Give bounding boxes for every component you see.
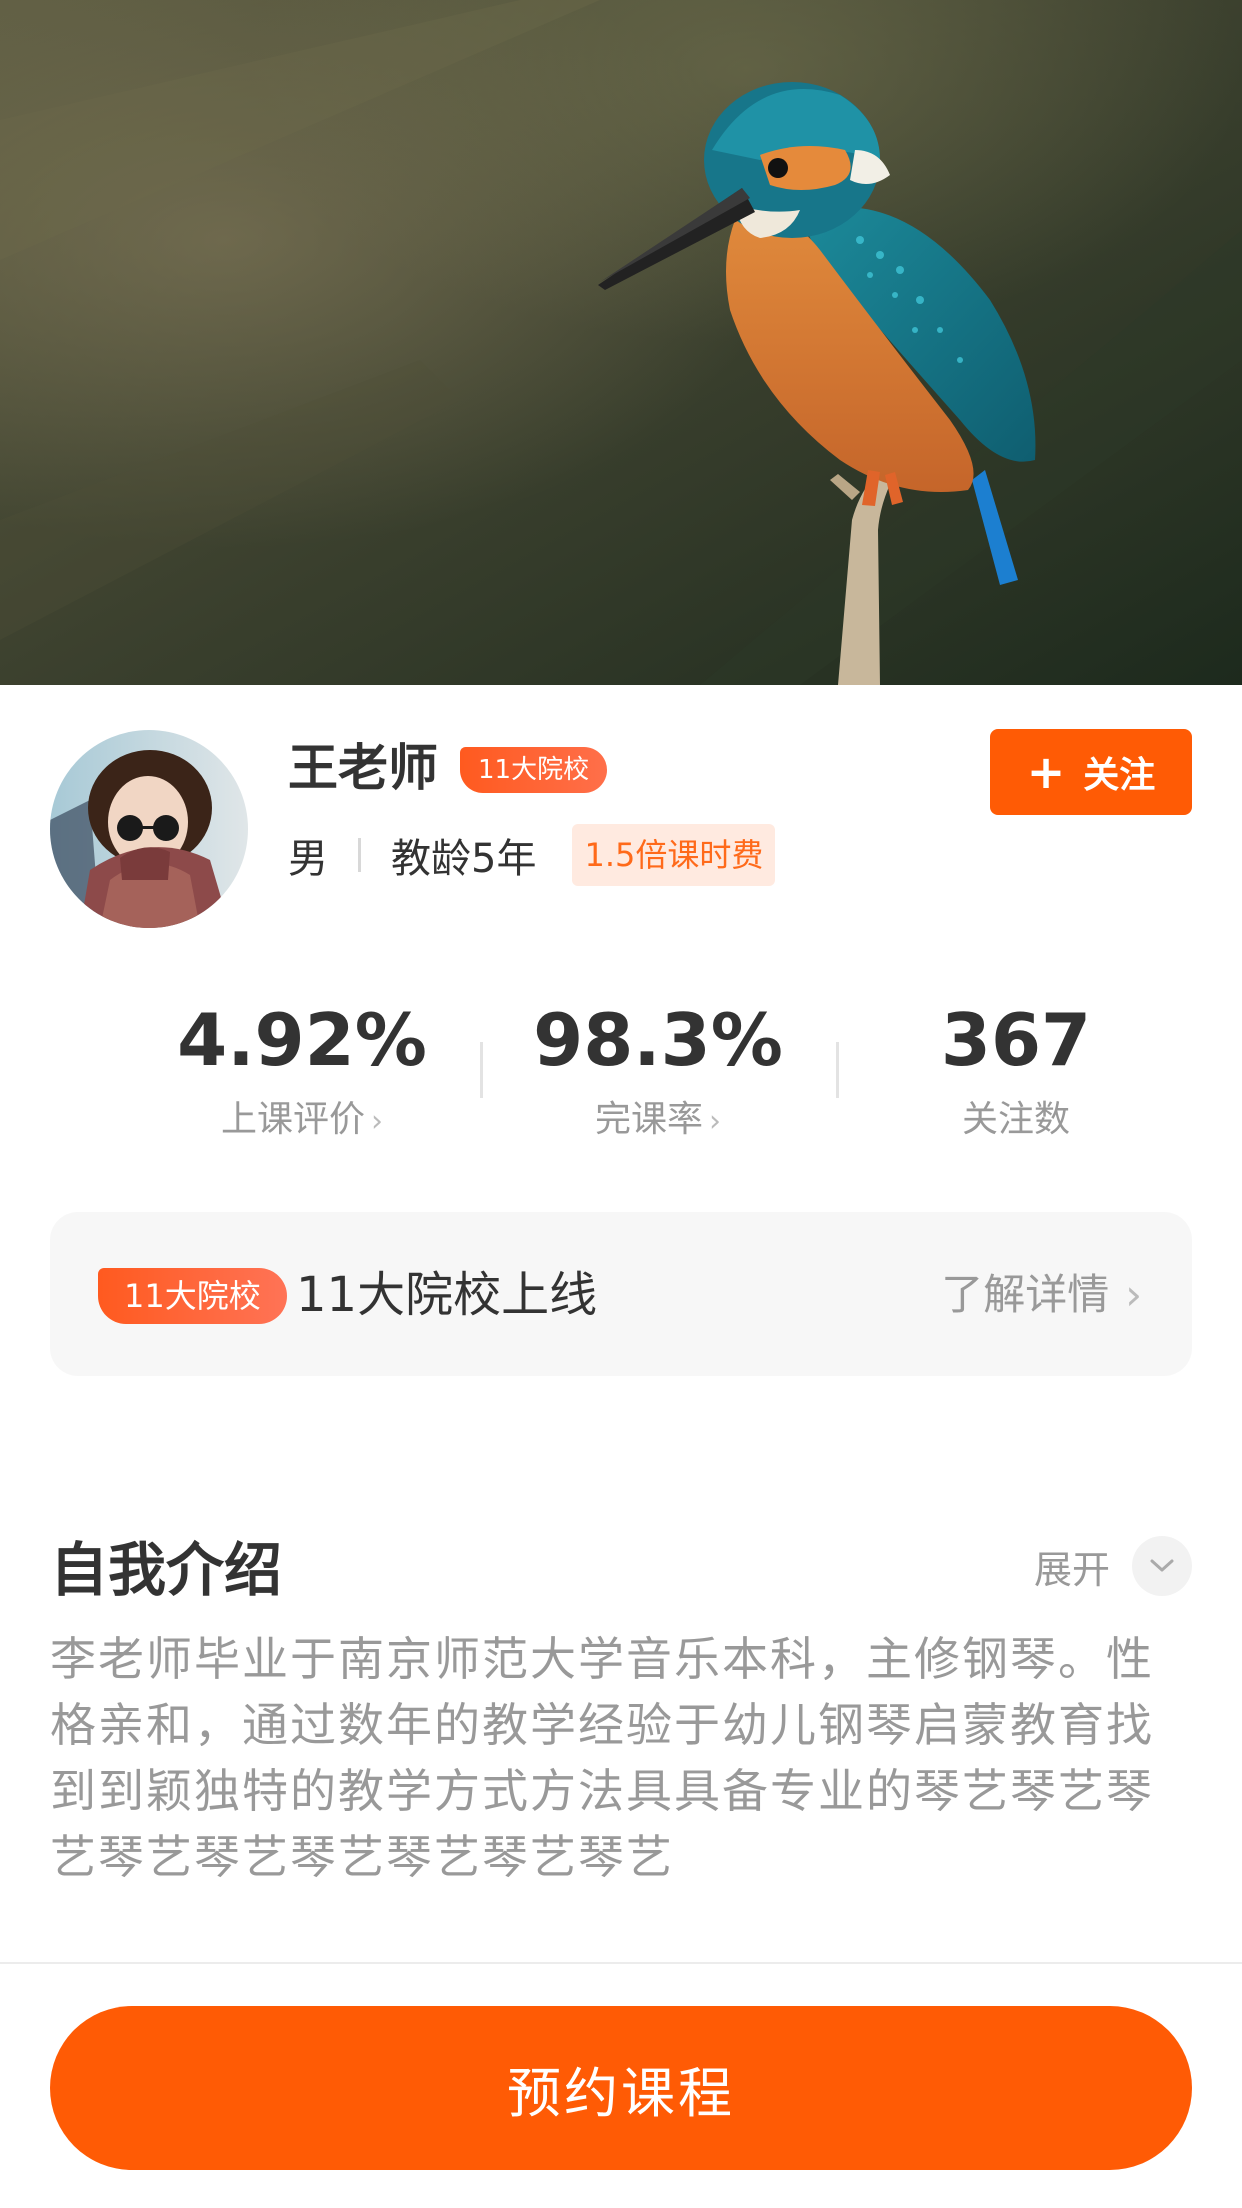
stat-followers: 367 关注数 bbox=[856, 990, 1176, 1150]
teacher-avatar[interactable] bbox=[50, 730, 248, 928]
book-course-button[interactable]: 预约课程 bbox=[50, 2006, 1192, 2170]
teacher-meta: 男 教龄5年 1.5倍课时费 bbox=[288, 822, 776, 888]
follow-button[interactable]: + 关注 bbox=[990, 729, 1192, 815]
follow-button-label: 关注 bbox=[1083, 755, 1156, 796]
stat-label-text: 上课评价 bbox=[220, 1099, 365, 1140]
plus-icon: + bbox=[1026, 745, 1066, 799]
chevron-down-icon bbox=[1132, 1536, 1192, 1596]
cover-photo bbox=[0, 0, 1242, 685]
stat-label: 关注数 bbox=[856, 1090, 1176, 1150]
chevron-right-icon: › bbox=[1125, 1270, 1142, 1319]
stat-value: 4.92% bbox=[177, 998, 427, 1082]
rate-tag: 1.5倍课时费 bbox=[572, 824, 776, 886]
avatar-photo bbox=[50, 730, 248, 928]
chevron-right-icon: › bbox=[371, 1104, 383, 1139]
stat-label-text: 完课率 bbox=[594, 1099, 703, 1140]
expand-button[interactable]: 展开 bbox=[1034, 1536, 1192, 1596]
stat-value: 98.3% bbox=[533, 998, 783, 1082]
chevron-right-icon: › bbox=[709, 1104, 721, 1139]
bottom-divider bbox=[0, 1962, 1242, 1964]
chevron-down-glyph bbox=[1150, 1559, 1174, 1572]
stats-row: 4.92% 上课评价 › 98.3% 完课率 › 367 关注数 bbox=[0, 990, 1242, 1150]
expand-label: 展开 bbox=[1033, 1547, 1110, 1592]
stat-divider bbox=[836, 1042, 839, 1098]
teacher-name: 王老师 bbox=[288, 739, 438, 797]
kingfisher-photo bbox=[0, 0, 1242, 685]
intro-title: 自我介绍 bbox=[50, 1536, 283, 1604]
teacher-gender: 男 bbox=[288, 836, 328, 882]
banner-title: 11大院校上线 bbox=[296, 1267, 598, 1323]
meta-divider bbox=[358, 838, 361, 872]
stat-rating[interactable]: 4.92% 上课评价 › bbox=[142, 990, 462, 1152]
banner-link-text: 了解详情 bbox=[941, 1270, 1110, 1319]
intro-text: 李老师毕业于南京师范大学音乐本科，主修钢琴。性格亲和，通过数年的教学经验于幼儿钢… bbox=[50, 1632, 1154, 1884]
stat-divider bbox=[480, 1042, 483, 1098]
banner-badge: 11大院校 bbox=[98, 1268, 287, 1324]
stat-label: 完课率 › bbox=[498, 1090, 818, 1152]
school-banner[interactable]: 11大院校 11大院校上线 了解详情 › bbox=[50, 1212, 1192, 1376]
stat-label-text: 关注数 bbox=[961, 1099, 1070, 1140]
stat-value: 367 bbox=[940, 998, 1092, 1082]
banner-details-link[interactable]: 了解详情 › bbox=[941, 1262, 1142, 1328]
stat-label: 上课评价 › bbox=[142, 1090, 462, 1152]
school-badge: 11大院校 bbox=[460, 747, 608, 793]
stat-completion[interactable]: 98.3% 完课率 › bbox=[498, 990, 818, 1152]
teacher-experience: 教龄5年 bbox=[391, 836, 537, 882]
